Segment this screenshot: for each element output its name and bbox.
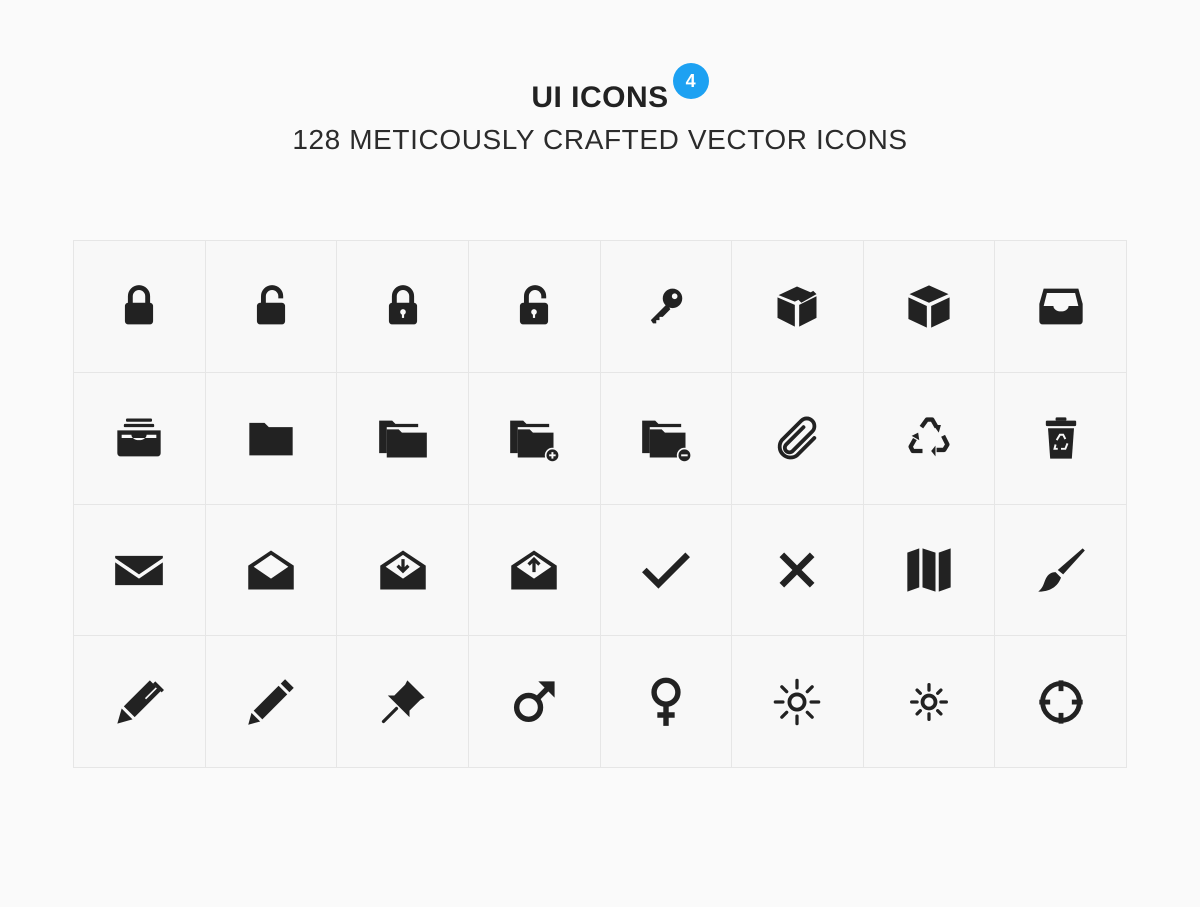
icon-cell — [74, 241, 206, 373]
icon-cell — [205, 504, 338, 637]
folder-add-icon — [510, 420, 561, 464]
icon-cell — [863, 636, 996, 768]
icon-cell — [732, 504, 864, 637]
archive-icon — [117, 418, 161, 457]
icon-cell — [600, 241, 733, 373]
icon-grid — [73, 240, 1127, 768]
icon-cell — [337, 504, 469, 637]
icon-cell — [468, 636, 601, 768]
trash-recycle-icon — [1045, 417, 1076, 459]
icon-cell — [468, 504, 601, 637]
envelope-download-icon — [379, 550, 426, 590]
icon-cell — [468, 372, 601, 505]
sun-large-icon — [774, 678, 821, 725]
icon-cell — [732, 636, 864, 768]
male-icon — [514, 681, 555, 722]
icon-cell — [995, 372, 1127, 505]
envelope-open-icon — [248, 550, 294, 590]
page-title-text: UI ICONS — [531, 81, 669, 114]
inbox-tray-icon — [1039, 289, 1083, 325]
icon-cell — [205, 241, 338, 373]
folder-remove-icon — [641, 420, 692, 464]
icon-cell — [205, 636, 338, 768]
icon-cell — [74, 372, 206, 505]
icon-cell — [995, 241, 1127, 373]
pencil-icon — [248, 678, 294, 725]
sun-small-icon — [910, 682, 949, 721]
folders-icon — [378, 420, 427, 458]
icon-cell — [600, 372, 733, 505]
unlock-icon — [256, 285, 286, 325]
icon-cell — [732, 372, 864, 505]
icon-cell — [74, 636, 206, 768]
lock-icon — [125, 285, 154, 325]
box-icon — [908, 285, 950, 329]
title-wrap: UI ICONS 4 — [0, 63, 1200, 118]
paperclip-icon — [778, 416, 817, 460]
folder-icon — [249, 422, 293, 456]
padlock-keyhole-icon — [388, 285, 417, 325]
pen-icon — [117, 679, 165, 724]
icon-cell — [863, 241, 996, 373]
icon-cell — [863, 372, 996, 505]
version-badge: 4 — [672, 63, 709, 99]
envelope-icon — [115, 555, 164, 586]
checkmark-icon — [641, 552, 690, 589]
icon-cell — [863, 504, 996, 637]
box-open-icon — [777, 286, 817, 327]
icon-cell — [337, 241, 469, 373]
icon-cell — [468, 241, 601, 373]
recycle-icon — [908, 417, 950, 457]
map-icon — [907, 548, 951, 592]
icon-cell — [732, 241, 864, 373]
paintbrush-icon — [1037, 548, 1085, 592]
page-title: UI ICONS 4 — [531, 63, 709, 118]
icon-cell — [600, 636, 733, 768]
envelope-upload-icon — [511, 550, 557, 590]
icon-cell — [74, 504, 206, 637]
key-icon — [650, 289, 683, 324]
icon-cell — [995, 636, 1127, 768]
icon-cell — [205, 372, 338, 505]
unlock-keyhole-icon — [520, 285, 549, 325]
female-icon — [651, 677, 681, 726]
pushpin-icon — [381, 679, 425, 723]
icon-cell — [337, 372, 469, 505]
icon-cell — [337, 636, 469, 768]
crosshair-icon — [1039, 679, 1083, 724]
icon-cell — [995, 504, 1127, 637]
close-icon — [779, 552, 815, 588]
page-subtitle: 128 METICOUSLY CRAFTED VECTOR ICONS — [292, 124, 908, 155]
icon-cell — [600, 504, 733, 637]
